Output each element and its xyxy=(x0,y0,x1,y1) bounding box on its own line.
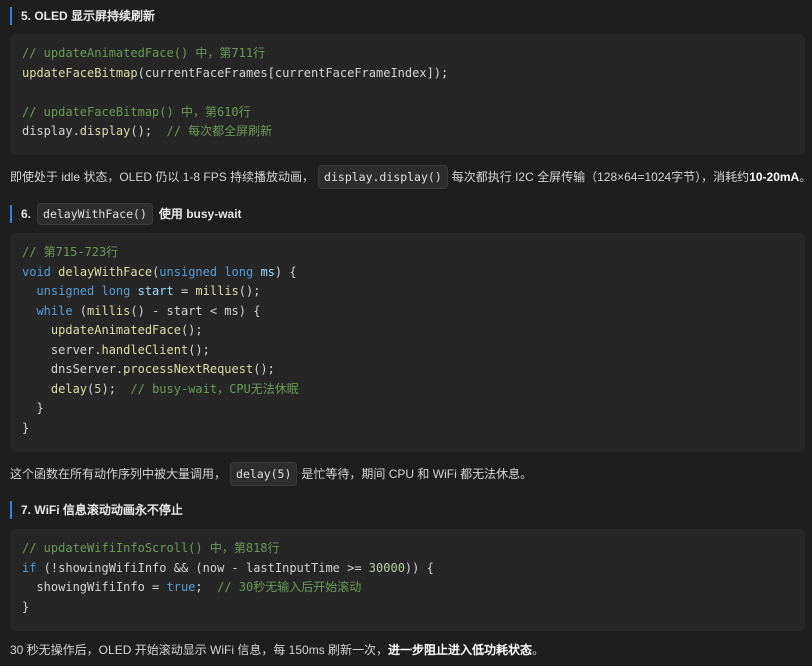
code-token: 30000 xyxy=(368,560,405,575)
code-token: )) { xyxy=(404,560,434,575)
code-token: dnsServer. xyxy=(22,362,124,376)
section-6-title-code: delayWithFace() xyxy=(37,203,153,225)
section-5-title: 5. OLED 显示屏持续刷新 xyxy=(21,9,156,23)
code-token: handleClient xyxy=(101,342,189,357)
paragraph-5-end: 。 xyxy=(799,170,812,184)
code-line: dnsServer.processNextRequest(); xyxy=(22,360,793,380)
code-token: (); xyxy=(238,284,261,298)
code-token: while xyxy=(36,303,73,318)
section-7-title: 7. WiFi 信息滚动动画永不停止 xyxy=(21,503,183,517)
code-comment: // 每次都全屏刷新 xyxy=(166,124,273,138)
code-block-5: // updateAnimatedFace() 中，第711行 updateFac… xyxy=(10,34,805,155)
code-line: while (millis() - start < ms) { xyxy=(22,302,793,322)
code-token: (!showingWifiInfo && (now - lastInputTim… xyxy=(36,560,369,575)
code-token: processNextRequest xyxy=(123,362,254,376)
code-token: (); xyxy=(188,342,210,357)
code-line: } xyxy=(22,419,793,439)
code-token: } xyxy=(22,420,30,435)
code-line: updateFaceBitmap(currentFaceFrames[curre… xyxy=(22,64,793,84)
code-block-6: // 第715-723行 void delayWithFace(unsigned … xyxy=(10,233,805,452)
code-token: (); xyxy=(130,124,167,138)
paragraph-7-text-a: 30 秒无操作后，OLED 开始滚动显示 WiFi 信息，每 150ms 刷新一… xyxy=(10,643,389,657)
code-line: // updateFaceBitmap() 中，第610行 xyxy=(22,103,793,123)
code-token: delayWithFace xyxy=(58,264,153,279)
paragraph-6-text-b: 是忙等待，期间 CPU 和 WiFi 都无法休息。 xyxy=(301,467,533,481)
section-6-title-prefix: 6. xyxy=(21,207,32,221)
code-comment: // updateWifiInfoScroll() 中，第818行 xyxy=(22,541,280,555)
code-token: millis xyxy=(195,284,239,298)
code-token: true xyxy=(166,580,196,594)
inline-code-display: display.display() xyxy=(318,165,448,189)
section-6-title-suffix: 使用 busy-wait xyxy=(158,207,242,221)
code-token: ms xyxy=(260,264,275,279)
code-line: unsigned long start = millis(); xyxy=(22,282,793,302)
code-comment: // busy-wait，CPU无法休眠 xyxy=(130,381,299,396)
code-comment: // 第715-723行 xyxy=(22,245,119,259)
code-token: server. xyxy=(22,342,102,357)
code-line: delay(5); // busy-wait，CPU无法休眠 xyxy=(22,380,793,400)
code-comment: // updateFaceBitmap() 中，第610行 xyxy=(22,104,251,119)
code-token: delay xyxy=(50,381,88,396)
code-token: } xyxy=(22,599,30,614)
code-token: start xyxy=(137,284,174,298)
code-line: if (!showingWifiInfo && (now - lastInput… xyxy=(22,559,793,579)
code-comment: // updateAnimatedFace() 中，第711行 xyxy=(22,46,266,60)
paragraph-6: 这个函数在所有动作序列中被大量调用， delay(5) 是忙等待，期间 CPU … xyxy=(10,462,805,486)
code-line: updateAnimatedFace(); xyxy=(22,321,793,341)
paragraph-5: 即使处于 idle 状态，OLED 仍以 1-8 FPS 持续播放动画， dis… xyxy=(10,165,811,189)
code-line: } xyxy=(22,598,793,618)
code-token: showingWifiInfo = xyxy=(22,580,167,594)
code-token: unsigned long xyxy=(36,284,131,298)
code-token: unsigned long xyxy=(159,264,254,279)
section-6-heading: 6. delayWithFace() 使用 busy-wait xyxy=(10,203,242,225)
code-token: (); xyxy=(180,323,203,337)
code-token: (currentFaceFrames[currentFaceFrameIndex… xyxy=(137,65,449,80)
code-token: millis xyxy=(87,303,131,318)
code-token: () - start < ms) { xyxy=(130,303,261,318)
section-5-heading: 5. OLED 显示屏持续刷新 xyxy=(10,7,155,25)
code-token: = xyxy=(173,284,196,298)
section-7-heading: 7. WiFi 信息滚动动画永不停止 xyxy=(10,501,183,519)
paragraph-5-text-b: 每次都执行 I2C 全屏传输（128×64=1024字节），消耗约 xyxy=(451,170,750,184)
inline-code-delay: delay(5) xyxy=(230,462,298,486)
code-token: } xyxy=(22,401,44,415)
code-line: // updateWifiInfoScroll() 中，第818行 xyxy=(22,539,793,559)
code-comment: // 30秒无输入后开始滚动 xyxy=(217,580,362,594)
code-block-7: // updateWifiInfoScroll() 中，第818行 if (!sh… xyxy=(10,529,805,631)
code-line: showingWifiInfo = true; // 30秒无输入后开始滚动 xyxy=(22,578,793,598)
code-line: display.display(); // 每次都全屏刷新 xyxy=(22,122,793,142)
code-token: void xyxy=(22,264,51,279)
code-token: display xyxy=(79,124,131,138)
code-line: // 第715-723行 xyxy=(22,243,793,263)
code-token: updateFaceBitmap xyxy=(22,65,138,80)
code-token: if xyxy=(22,560,37,575)
paragraph-7-end: 。 xyxy=(532,643,545,657)
paragraph-7-bold: 进一步阻止进入低功耗状态 xyxy=(388,643,533,657)
code-token: ) { xyxy=(274,264,297,279)
code-token: ); xyxy=(101,381,131,396)
code-line: void delayWithFace(unsigned long ms) { xyxy=(22,263,793,283)
code-token: display. xyxy=(22,124,80,138)
code-token: (); xyxy=(253,362,275,376)
paragraph-5-text-a: 即使处于 idle 状态，OLED 仍以 1-8 FPS 持续播放动画， xyxy=(10,170,315,184)
paragraph-5-bold: 10-20mA xyxy=(749,170,800,184)
code-line: // updateAnimatedFace() 中，第711行 xyxy=(22,44,793,64)
code-token: ; xyxy=(195,580,218,594)
paragraph-6-text-a: 这个函数在所有动作序列中被大量调用， xyxy=(10,467,227,481)
code-line: server.handleClient(); xyxy=(22,341,793,361)
code-token: 5 xyxy=(94,381,102,396)
code-token: ( xyxy=(72,303,88,318)
code-line: } xyxy=(22,399,793,419)
paragraph-7: 30 秒无操作后，OLED 开始滚动显示 WiFi 信息，每 150ms 刷新一… xyxy=(10,640,805,660)
code-token: updateAnimatedFace xyxy=(50,323,181,337)
